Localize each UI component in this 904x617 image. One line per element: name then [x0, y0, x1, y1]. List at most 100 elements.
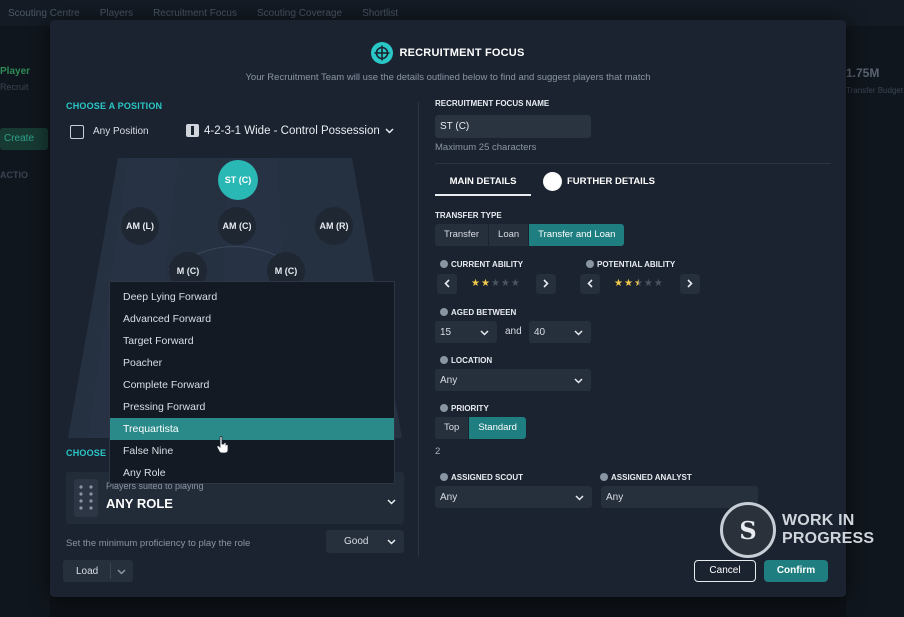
chevron-left-icon [444, 275, 450, 293]
bg-text: 1.75M [846, 66, 880, 80]
transfer-type-label: TRANSFER TYPE [435, 211, 502, 220]
assigned-scout-label: ASSIGNED SCOUT [451, 473, 524, 482]
chevron-down-icon [385, 125, 394, 137]
star-icon: ★ [653, 278, 663, 289]
potential-ability-heading: POTENTIAL ABILITY [586, 260, 675, 269]
chevron-down-icon [387, 537, 396, 548]
role-option[interactable]: Pressing Forward [110, 396, 394, 418]
star-icon: ★ [500, 278, 510, 289]
star-icon: ★ [643, 278, 653, 289]
role-option[interactable]: Complete Forward [110, 374, 394, 396]
tab-main-details[interactable]: MAIN DETAILS [435, 170, 531, 196]
load-label: Load [76, 565, 99, 577]
location-select[interactable]: Any [435, 369, 591, 391]
age-min-select[interactable]: 15 [435, 321, 497, 343]
work-in-progress-watermark: S WORK IN PROGRESS [720, 500, 900, 560]
proficiency-value: Good [344, 536, 369, 547]
role-option[interactable]: Target Forward [110, 330, 394, 352]
proficiency-select[interactable]: Good [326, 530, 404, 553]
info-icon [440, 356, 448, 364]
age-max-value: 40 [534, 327, 546, 338]
current-ability-increase-button[interactable] [536, 274, 556, 294]
current-ability-decrease-button[interactable] [437, 274, 457, 294]
role-option-highlighted[interactable]: Trequartista [110, 418, 394, 440]
position-am-l[interactable]: AM (L) [121, 207, 159, 245]
any-position-checkbox[interactable] [70, 125, 84, 139]
cancel-button[interactable]: Cancel [694, 560, 756, 582]
choose-role-heading: CHOOSE [66, 448, 107, 458]
role-dropdown-list: Deep Lying Forward Advanced Forward Targ… [109, 281, 395, 484]
assigned-scout-value: Any [440, 492, 458, 503]
formation-select[interactable]: 4-2-3-1 Wide - Control Possession [186, 124, 394, 137]
bg-tab: Scouting Centre [8, 7, 80, 19]
position-am-c[interactable]: AM (C) [218, 207, 256, 245]
bg-text: Player [0, 66, 31, 77]
position-label: M (C) [176, 266, 200, 276]
chevron-right-icon [687, 275, 693, 293]
mouse-cursor-icon [216, 436, 230, 459]
tab-further-details[interactable]: FURTHER DETAILS [543, 172, 655, 191]
section-divider [435, 163, 831, 164]
potential-ability-decrease-button[interactable] [580, 274, 600, 294]
position-label: M (C) [274, 266, 298, 276]
aged-between-heading: AGED BETWEEN [440, 308, 516, 317]
position-st-c[interactable]: ST (C) [218, 160, 258, 200]
column-divider [418, 102, 419, 557]
potential-ability-increase-button[interactable] [680, 274, 700, 294]
role-option[interactable]: Any Role [110, 462, 394, 484]
priority-standard[interactable]: Standard [469, 417, 526, 439]
position-label: AM (L) [126, 221, 154, 231]
role-pitch-icon [74, 479, 98, 517]
assigned-scout-select[interactable]: Any [435, 486, 592, 508]
assigned-analyst-heading: ASSIGNED ANALYST [600, 473, 692, 482]
role-option[interactable]: Advanced Forward [110, 308, 394, 330]
priority-value: 2 [435, 446, 441, 457]
star-icon: ★ [490, 278, 500, 289]
bg-text: Transfer Budget [846, 86, 904, 95]
priority-top[interactable]: Top [435, 417, 470, 439]
info-icon [440, 473, 448, 481]
watermark-line1: WORK IN [782, 512, 855, 529]
age-max-select[interactable]: 40 [529, 321, 591, 343]
tactic-icon [186, 124, 199, 137]
transfer-type-transfer-and-loan[interactable]: Transfer and Loan [529, 224, 625, 246]
role-option[interactable]: Deep Lying Forward [110, 286, 394, 308]
location-label: LOCATION [451, 356, 493, 365]
transfer-type-transfer[interactable]: Transfer [435, 224, 490, 246]
button-separator [110, 563, 111, 579]
current-ability-label: CURRENT ABILITY [451, 260, 524, 269]
role-option[interactable]: Poacher [110, 352, 394, 374]
tab-indicator-icon [543, 172, 562, 191]
role-option[interactable]: False Nine [110, 440, 394, 462]
chevron-left-icon [587, 275, 593, 293]
info-icon [586, 260, 594, 268]
confirm-button[interactable]: Confirm [764, 560, 828, 582]
chevron-down-icon [575, 493, 584, 504]
formation-label: 4-2-3-1 Wide - Control Possession [204, 124, 380, 137]
position-label: AM (R) [319, 221, 349, 231]
info-icon [600, 473, 608, 481]
star-icon: ★ [480, 278, 490, 289]
and-label: and [505, 326, 522, 337]
focus-name-input[interactable]: ST (C) [435, 115, 591, 138]
focus-name-label: RECRUITMENT FOCUS NAME [435, 99, 550, 108]
bg-text: Recruit [0, 82, 29, 92]
seal-letter: S [739, 515, 757, 545]
potential-ability-stars: ★ ★ ★ ★ ★ [614, 278, 663, 289]
modal-header: RECRUITMENT FOCUS [50, 42, 846, 64]
assigned-analyst-value: Any [606, 492, 624, 503]
any-position-label: Any Position [93, 126, 149, 137]
modal-subtitle: Your Recruitment Team will use the detai… [245, 72, 651, 83]
chevron-down-icon [574, 376, 583, 387]
transfer-type-loan[interactable]: Loan [489, 224, 530, 246]
position-am-r[interactable]: AM (R) [315, 207, 353, 245]
load-button[interactable]: Load [63, 560, 133, 582]
star-icon: ★ [623, 278, 633, 289]
max-chars-hint: Maximum 25 characters [435, 142, 537, 153]
potential-ability-label: POTENTIAL ABILITY [597, 260, 676, 269]
role-value: ANY ROLE [106, 496, 173, 511]
chevron-down-icon [480, 328, 489, 339]
info-icon [440, 260, 448, 268]
position-label: ST (C) [224, 175, 252, 185]
bg-text: Create [0, 128, 48, 150]
